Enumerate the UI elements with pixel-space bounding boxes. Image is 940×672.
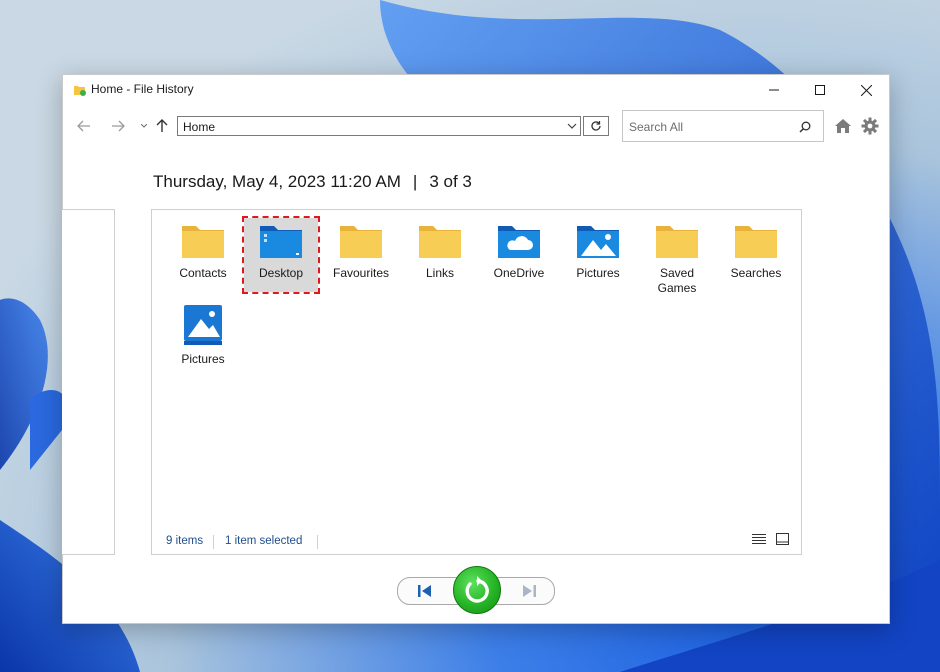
chevron-down-icon bbox=[141, 124, 147, 128]
gear-icon[interactable] bbox=[861, 117, 879, 140]
folder-icon bbox=[654, 222, 700, 260]
arrow-up-icon bbox=[156, 119, 168, 132]
search-icon bbox=[799, 120, 811, 138]
list-item-searches[interactable]: Searches bbox=[719, 222, 793, 281]
arrow-right-icon bbox=[112, 120, 125, 132]
arrow-left-icon bbox=[77, 120, 90, 132]
item-count: 9 items bbox=[166, 535, 204, 547]
forward-button[interactable] bbox=[107, 115, 129, 137]
address-text: Home bbox=[183, 120, 216, 134]
home-icon[interactable] bbox=[834, 117, 852, 140]
list-item-onedrive[interactable]: OneDrive bbox=[482, 222, 556, 281]
search-placeholder: Search All bbox=[629, 120, 684, 134]
next-version-button[interactable] bbox=[510, 582, 548, 600]
status-divider bbox=[317, 535, 318, 549]
file-history-app-icon bbox=[73, 83, 87, 102]
list-item-desktop[interactable]: Desktop bbox=[242, 216, 320, 294]
item-label: Pictures bbox=[181, 352, 225, 366]
playback-controls bbox=[397, 565, 557, 614]
item-label: Pictures bbox=[576, 266, 620, 280]
header-separator: | bbox=[412, 172, 418, 191]
item-label: Links bbox=[425, 266, 454, 280]
pictures-folder-icon bbox=[575, 222, 621, 260]
desktop-folder-icon bbox=[258, 222, 304, 260]
previous-version-button[interactable] bbox=[406, 582, 444, 600]
chevron-down-icon bbox=[567, 123, 577, 129]
folder-icon bbox=[733, 222, 779, 260]
status-divider bbox=[213, 535, 214, 549]
file-history-window: Home - File History Home Search All Thur… bbox=[62, 74, 890, 624]
list-item-links[interactable]: Links bbox=[403, 222, 477, 281]
pictures-library-icon bbox=[183, 304, 223, 346]
toolbar: Home Search All bbox=[63, 109, 889, 145]
item-label: Searches bbox=[730, 266, 782, 280]
selection-count: 1 item selected bbox=[225, 535, 303, 547]
folder-icon bbox=[417, 222, 463, 260]
skip-previous-icon bbox=[418, 585, 431, 597]
large-icons-view-icon[interactable] bbox=[776, 532, 789, 550]
details-view-icon[interactable] bbox=[752, 532, 766, 550]
address-bar[interactable]: Home bbox=[177, 116, 581, 136]
backup-date: Thursday, May 4, 2023 11:20 AM bbox=[153, 172, 401, 191]
onedrive-folder-icon bbox=[496, 222, 542, 260]
item-label: Desktop bbox=[258, 266, 304, 280]
title-bar[interactable]: Home - File History bbox=[63, 75, 889, 105]
item-label: Contacts bbox=[179, 266, 227, 280]
list-item-contacts[interactable]: Contacts bbox=[166, 222, 240, 281]
up-button[interactable] bbox=[151, 115, 173, 137]
close-button[interactable] bbox=[843, 75, 889, 105]
back-button[interactable] bbox=[73, 115, 95, 137]
previous-version-panel[interactable] bbox=[62, 209, 115, 555]
item-label: OneDrive bbox=[493, 266, 545, 280]
skip-next-icon bbox=[523, 585, 536, 597]
backup-date-header: Thursday, May 4, 2023 11:20 AM | 3 of 3 bbox=[153, 172, 472, 192]
restore-button[interactable] bbox=[453, 566, 501, 614]
list-item-saved-games[interactable]: Saved Games bbox=[640, 222, 714, 296]
item-label: Saved Games bbox=[657, 266, 697, 295]
folder-icon bbox=[180, 222, 226, 260]
refresh-icon bbox=[591, 121, 601, 131]
backup-position: 3 of 3 bbox=[429, 172, 472, 191]
window-title: Home - File History bbox=[91, 82, 194, 96]
restore-icon bbox=[465, 576, 489, 603]
item-label: Favourites bbox=[332, 266, 390, 280]
maximize-button[interactable] bbox=[797, 75, 843, 105]
folder-icon bbox=[338, 222, 384, 260]
list-item-pictures[interactable]: Pictures bbox=[561, 222, 635, 281]
list-item-favourites[interactable]: Favourites bbox=[324, 222, 398, 281]
refresh-button[interactable] bbox=[583, 116, 609, 136]
list-item-pictures-library[interactable]: Pictures bbox=[166, 304, 240, 367]
address-dropdown[interactable] bbox=[564, 117, 580, 135]
minimize-button[interactable] bbox=[751, 75, 797, 105]
recent-locations-button[interactable] bbox=[139, 115, 149, 137]
search-box[interactable]: Search All bbox=[622, 110, 824, 142]
file-view: Contacts Desktop Favourites Links OneDri bbox=[151, 209, 802, 555]
